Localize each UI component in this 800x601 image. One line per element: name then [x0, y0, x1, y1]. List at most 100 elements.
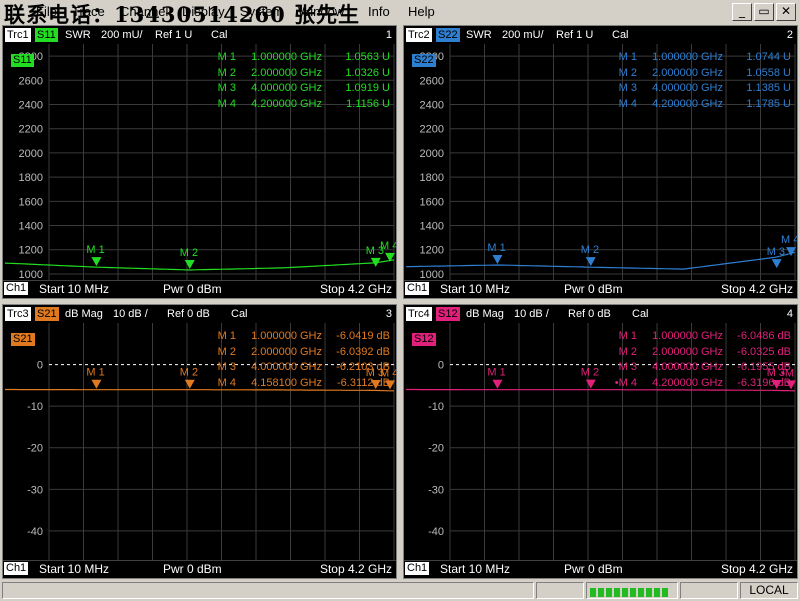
marker-name: M 1 [618, 330, 637, 342]
y-tick-label: 2000 [19, 148, 43, 160]
marker-name: M 4 [217, 97, 236, 110]
marker-freq: 1.000000 GHz [251, 330, 322, 342]
y-tick-label: -20 [428, 443, 444, 455]
marker-freq: 4.000000 GHz [251, 361, 322, 373]
trace-index: 2 [786, 29, 793, 41]
marker-row: M 3 4.000000 GHz -6.1955 dB [609, 360, 791, 376]
scale-label[interactable]: 10 dB / [113, 307, 148, 321]
channel-label[interactable]: Ch1 [405, 282, 430, 295]
menu-system[interactable]: System [240, 4, 283, 19]
menu-display[interactable]: Display [182, 4, 225, 19]
progress-cell [622, 588, 628, 597]
stop-frequency[interactable]: Stop 4.2 GHz [721, 563, 793, 576]
format-label[interactable]: dB Mag [65, 307, 103, 321]
marker-name: M 2 [217, 66, 236, 79]
stop-frequency[interactable]: Stop 4.2 GHz [721, 283, 793, 296]
progress-cell [606, 588, 612, 597]
marker-name: M 2 [217, 345, 236, 358]
marker-name: M 3 [618, 82, 637, 94]
menu-channel[interactable]: Channel [120, 4, 168, 19]
trace-panel-s22[interactable]: Trc2S22SWR200 mU/Ref 1 UCal2280026002400… [403, 25, 798, 299]
stop-frequency[interactable]: Stop 4.2 GHz [320, 283, 392, 296]
ref-label[interactable]: Ref 1 U [155, 28, 192, 42]
channel-footer: Ch1 Start 10 MHz Pwr 0 dBm Stop 4.2 GHz [404, 280, 797, 298]
power-level[interactable]: Pwr 0 dBm [564, 563, 623, 576]
channel-label[interactable]: Ch1 [405, 562, 430, 575]
menu-trace[interactable]: Trace [72, 4, 105, 19]
y-tick-label: 1600 [420, 196, 444, 208]
marker-freq: 4.000000 GHz [652, 82, 723, 94]
menu-window[interactable]: Window [298, 4, 344, 19]
sparam-badge: S22 [412, 54, 436, 67]
marker-freq: 4.000000 GHz [652, 361, 723, 373]
sparam-label[interactable]: S12 [436, 307, 460, 321]
power-level[interactable]: Pwr 0 dBm [163, 283, 222, 296]
trace-label[interactable]: Trc2 [406, 28, 432, 42]
marker-row: M 1 1.000000 GHz 1.0563 U [208, 50, 390, 66]
channel-footer: Ch1 Start 10 MHz Pwr 0 dBm Stop 4.2 GHz [3, 560, 396, 578]
sparam-label[interactable]: S22 [436, 28, 460, 42]
channel-label[interactable]: Ch1 [4, 282, 29, 295]
y-tick-label: 0 [438, 360, 444, 372]
marker-label: M 2 [180, 367, 198, 379]
trace-label[interactable]: Trc3 [5, 307, 31, 321]
marker-label: M 4 [380, 240, 396, 252]
y-tick-label: -30 [428, 484, 444, 496]
scale-label[interactable]: 10 dB / [514, 307, 549, 321]
marker-freq: 4.200000 GHz [652, 97, 723, 110]
trace-index: 3 [385, 308, 392, 320]
marker-1-icon [492, 254, 503, 264]
marker-value: -6.1955 dB [737, 361, 791, 373]
marker-name: M 1 [217, 330, 236, 342]
y-tick-label: -10 [27, 401, 43, 413]
ref-label[interactable]: Ref 0 dB [568, 307, 611, 321]
minimize-button[interactable]: _ [732, 3, 752, 21]
marker-name: M 2 [618, 345, 637, 358]
start-frequency[interactable]: Start 10 MHz [39, 563, 109, 576]
marker-freq: 1.000000 GHz [251, 51, 322, 63]
cal-label: Cal [632, 308, 649, 320]
marker-freq: 1.000000 GHz [652, 51, 723, 63]
marker-value: -6.0325 dB [737, 345, 791, 358]
format-label[interactable]: SWR [65, 28, 91, 42]
trace-panel-s12[interactable]: Trc4 S12 dB Mag 10 dB / Ref 0 dB Cal 4 0 -10 -20 -… [403, 304, 798, 579]
scale-label[interactable]: 200 mU/ [502, 28, 544, 42]
start-frequency[interactable]: Start 10 MHz [440, 283, 510, 296]
sparam-label[interactable]: S11 [35, 28, 58, 42]
format-label[interactable]: SWR [466, 28, 492, 42]
cal-label: Cal [211, 29, 228, 41]
marker-row: M 2 2.000000 GHz 1.0326 U [208, 66, 390, 82]
scale-label[interactable]: 200 mU/ [101, 28, 143, 42]
marker-label: M 1 [487, 367, 505, 379]
format-label[interactable]: dB Mag [466, 307, 504, 321]
ref-label[interactable]: Ref 1 U [556, 28, 593, 42]
marker-row: M 3 4.000000 GHz 1.1385 U [609, 81, 791, 97]
progress-cell [630, 588, 636, 597]
start-frequency[interactable]: Start 10 MHz [39, 283, 109, 296]
trace-label[interactable]: Trc1 [5, 28, 31, 42]
menu-file[interactable]: File [36, 4, 57, 19]
marker-freq: 4.158100 GHz [251, 376, 322, 389]
marker-value: 1.0563 U [345, 51, 390, 63]
menu-help[interactable]: Help [408, 4, 435, 19]
trace-panel-s21[interactable]: Trc3 S21 dB Mag 10 dB / Ref 0 dB Cal 3 0 -10 -20 -… [2, 304, 397, 579]
marker-label: M 2 [581, 367, 599, 379]
close-button[interactable]: ✕ [776, 3, 796, 21]
marker-2-icon [184, 379, 195, 389]
marker-value: 1.1785 U [746, 97, 791, 110]
marker-value: 1.0558 U [746, 66, 791, 79]
stop-frequency[interactable]: Stop 4.2 GHz [320, 563, 392, 576]
channel-label[interactable]: Ch1 [4, 562, 29, 575]
ref-label[interactable]: Ref 0 dB [167, 307, 210, 321]
power-level[interactable]: Pwr 0 dBm [564, 283, 623, 296]
marker-row: M 1 1.000000 GHz 1.0744 U [609, 50, 791, 66]
trace-label[interactable]: Trc4 [406, 307, 432, 321]
sparam-label[interactable]: S21 [35, 307, 59, 321]
marker-row: M 1 1.000000 GHz -6.0419 dB [208, 329, 390, 345]
power-level[interactable]: Pwr 0 dBm [163, 563, 222, 576]
restore-button[interactable]: ▭ [754, 3, 774, 21]
start-frequency[interactable]: Start 10 MHz [440, 563, 510, 576]
marker-name: •M 4 [614, 376, 637, 389]
menu-info[interactable]: Info [368, 4, 390, 19]
trace-panel-s11[interactable]: Trc1S11SWR200 mU/Ref 1 UCal1280026002400… [2, 25, 397, 299]
